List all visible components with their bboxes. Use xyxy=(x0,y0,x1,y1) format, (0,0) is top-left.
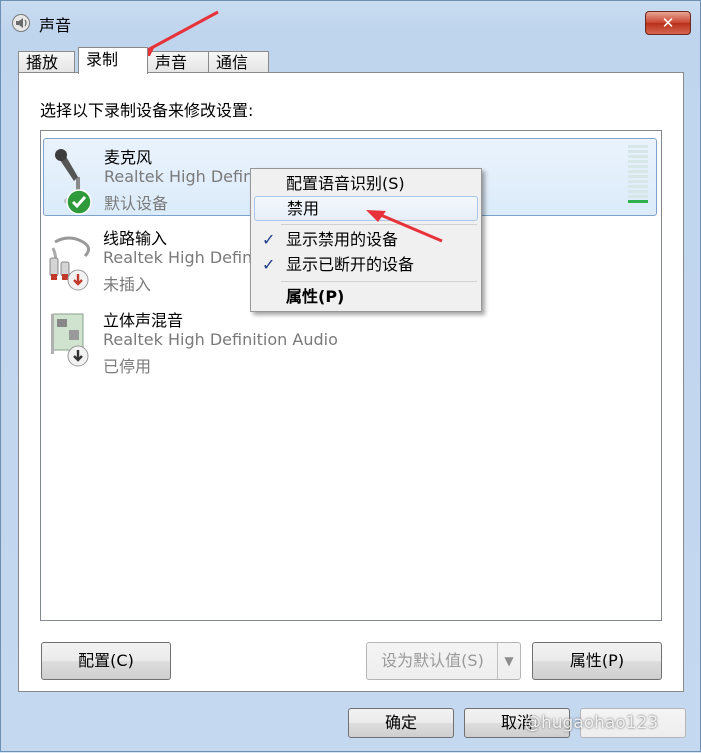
sound-card-icon xyxy=(51,313,84,354)
menu-separator xyxy=(281,281,477,282)
tab-recording[interactable]: 录制 xyxy=(78,47,148,74)
set-default-label: 设为默认值(S) xyxy=(381,651,484,670)
menu-item-label: 属性(P) xyxy=(286,287,345,306)
menu-item-label: 显示禁用的设备 xyxy=(286,230,399,249)
menu-item-show-disabled[interactable]: ✓ 显示禁用的设备 xyxy=(254,228,478,253)
menu-item-show-disconnected[interactable]: ✓ 显示已断开的设备 xyxy=(254,253,478,278)
menu-item-label: 禁用 xyxy=(287,199,320,218)
speaker-icon xyxy=(12,14,30,32)
menu-item-properties[interactable]: 属性(P) xyxy=(254,285,478,310)
checkmark-icon: ✓ xyxy=(262,230,276,249)
default-check-icon xyxy=(66,189,92,215)
menu-item-label: 显示已断开的设备 xyxy=(286,255,415,274)
device-item-stereo-mix[interactable]: 立体声混音 Realtek High Definition Audio 已停用 xyxy=(43,302,657,380)
context-menu: 配置语音识别(S) 禁用 ✓ 显示禁用的设备 ✓ 显示已断开的设备 属性(P) xyxy=(250,168,482,312)
unplugged-arrow-icon xyxy=(67,269,89,291)
device-desc: Realtek High Definition Audio xyxy=(103,330,338,349)
device-name: 麦克风 xyxy=(104,148,153,167)
dropdown-arrow-icon[interactable]: ▼ xyxy=(497,643,520,679)
properties-button[interactable]: 属性(P) xyxy=(532,642,662,680)
close-button[interactable]: ✕ xyxy=(645,11,691,35)
tab-communications[interactable]: 通信 xyxy=(208,51,269,73)
close-icon: ✕ xyxy=(661,14,675,32)
menu-item-disable[interactable]: 禁用 xyxy=(254,196,478,221)
sound-dialog: 声音 ✕ 播放 录制 声音 通信 选择以下录制设备来修改设置: 麦克风 Real… xyxy=(0,0,701,752)
device-status: 未插入 xyxy=(103,275,152,294)
watermark-text: @hugaohao123 xyxy=(524,713,659,733)
device-status: 默认设备 xyxy=(104,194,169,213)
device-name: 线路输入 xyxy=(103,229,168,248)
instruction-text: 选择以下录制设备来修改设置: xyxy=(40,101,254,120)
title-bar: 声音 ✕ xyxy=(1,1,701,41)
checkmark-icon: ✓ xyxy=(262,255,276,274)
tab-strip: 播放 录制 声音 通信 xyxy=(18,47,318,74)
ok-button[interactable]: 确定 xyxy=(348,708,454,738)
menu-separator xyxy=(281,224,477,225)
menu-item-label: 配置语音识别(S) xyxy=(286,174,405,193)
tab-sounds[interactable]: 声音 xyxy=(147,51,209,73)
device-name: 立体声混音 xyxy=(103,311,184,330)
set-default-button[interactable]: 设为默认值(S) ▼ xyxy=(366,642,521,680)
device-status: 已停用 xyxy=(103,357,152,376)
menu-item-configure-speech[interactable]: 配置语音识别(S) xyxy=(254,172,478,197)
tab-playback[interactable]: 播放 xyxy=(18,51,75,73)
window-title: 声音 xyxy=(39,16,72,35)
recording-panel: 选择以下录制设备来修改设置: 麦克风 Realtek High Definiti… xyxy=(18,72,684,692)
configure-button[interactable]: 配置(C) xyxy=(41,642,171,680)
level-meter xyxy=(628,145,648,203)
disabled-arrow-icon xyxy=(67,345,89,367)
